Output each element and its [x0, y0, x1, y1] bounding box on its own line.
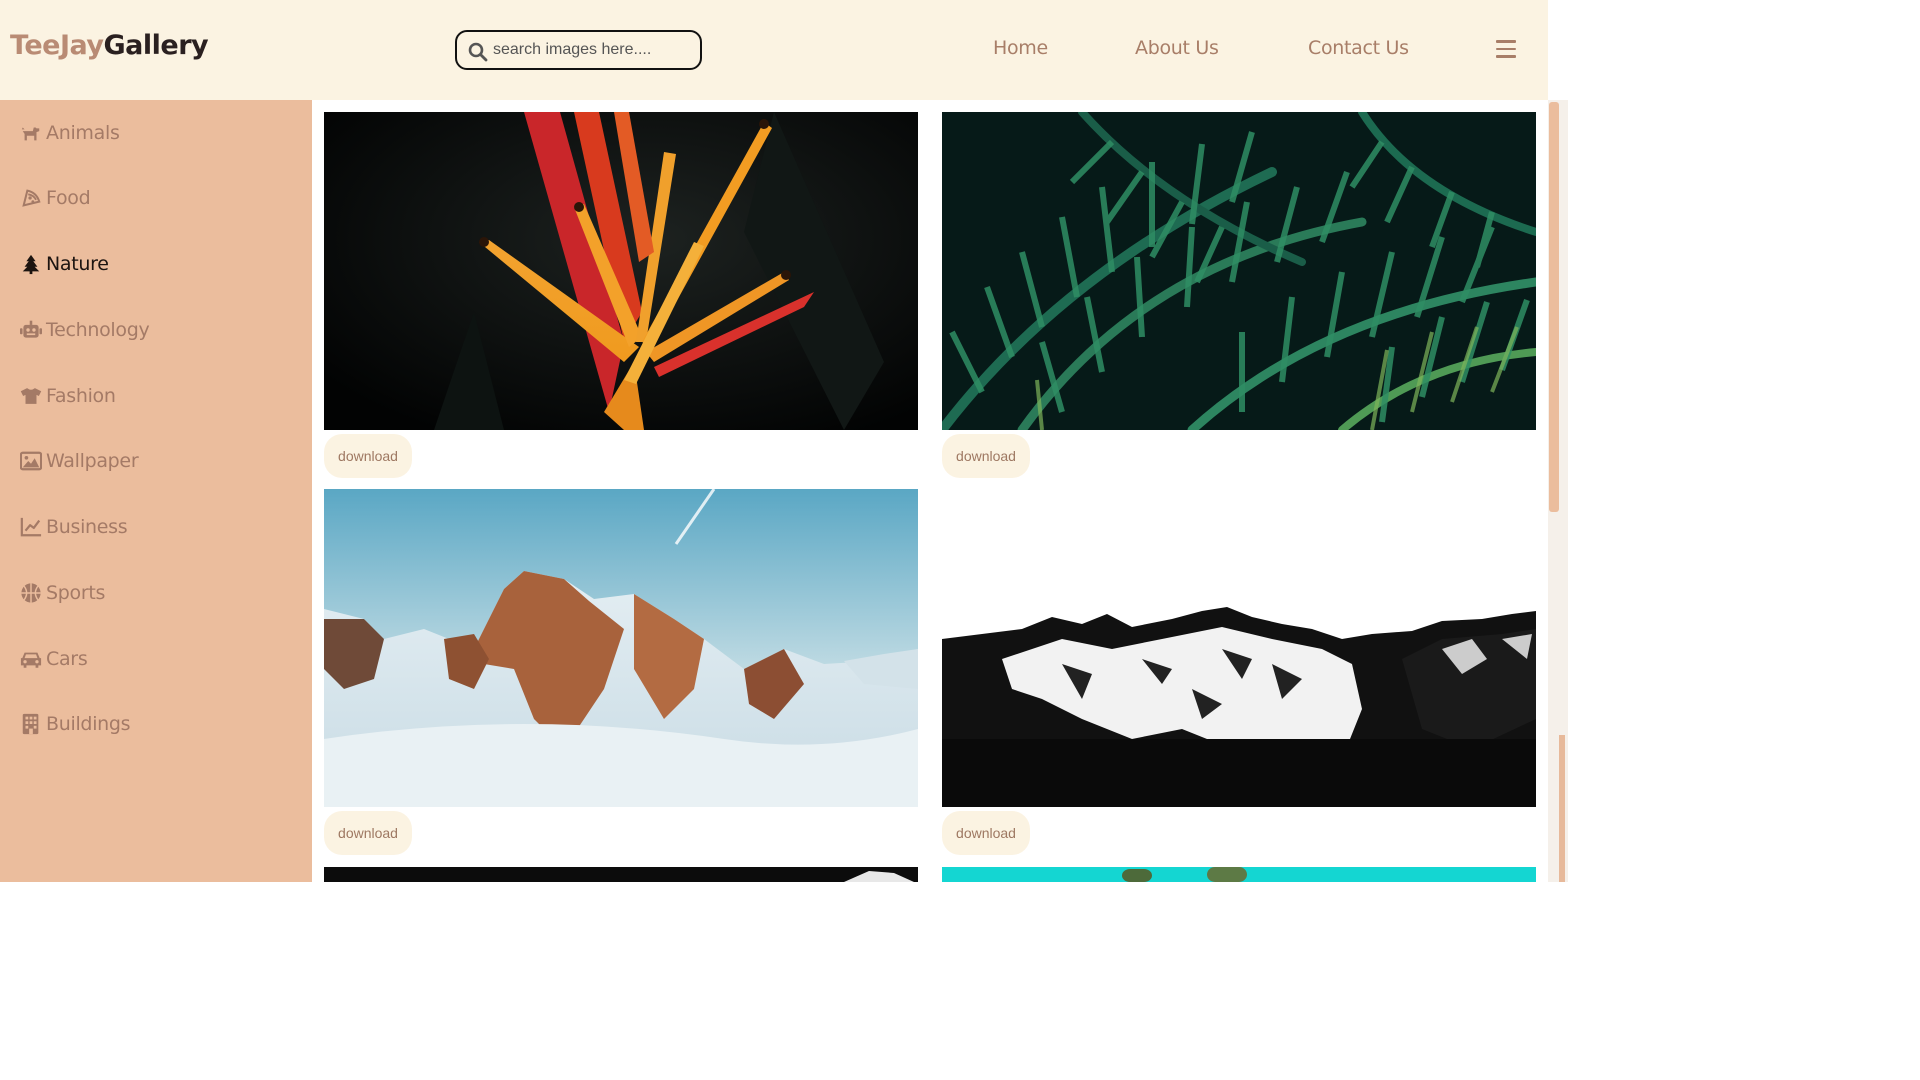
nav-about-link[interactable]: About Us — [1135, 37, 1219, 59]
flower-photo-image — [324, 112, 918, 430]
nav-contact-link[interactable]: Contact Us — [1308, 37, 1409, 59]
sidebar-item-wallpaper[interactable]: Wallpaper — [20, 446, 139, 476]
download-button[interactable]: download — [942, 811, 1030, 855]
scrollbar-thumb[interactable] — [1549, 102, 1559, 512]
sidebar-item-nature[interactable]: Nature — [20, 249, 109, 279]
sidebar-item-buildings[interactable]: Buildings — [20, 709, 131, 739]
sidebar-item-label: Food — [46, 187, 91, 209]
top-header: TeeJayGallery Home About Us Contact Us — [0, 0, 1548, 100]
cactus-photo-image — [942, 867, 1536, 882]
brand-part-2: Gallery — [103, 30, 209, 61]
scrollbar-thumb-lower[interactable] — [1559, 735, 1565, 882]
download-button[interactable]: download — [942, 434, 1030, 478]
mountain-photo-image — [324, 489, 918, 807]
nav-home-link[interactable]: Home — [993, 37, 1048, 59]
sidebar-item-label: Buildings — [46, 713, 131, 735]
sidebar-item-label: Nature — [46, 253, 109, 275]
sidebar-item-animals[interactable]: Animals — [20, 118, 120, 148]
sidebar-item-label: Fashion — [46, 385, 116, 407]
image-icon — [20, 450, 42, 472]
sidebar-item-label: Animals — [46, 122, 120, 144]
search-input[interactable] — [493, 36, 693, 64]
sidebar-item-label: Technology — [46, 319, 150, 341]
category-sidebar: Animals Food Nature Technology Fashion W… — [0, 100, 312, 882]
sidebar-item-technology[interactable]: Technology — [20, 315, 150, 345]
palm-photo-image — [942, 112, 1536, 430]
building-icon — [20, 713, 42, 735]
brand-logo[interactable]: TeeJayGallery — [10, 30, 209, 61]
gallery-photo[interactable] — [324, 489, 918, 807]
search-icon[interactable] — [468, 42, 488, 62]
search-box — [455, 30, 702, 70]
download-button[interactable]: download — [324, 811, 412, 855]
pizza-icon — [20, 187, 42, 209]
sidebar-item-fashion[interactable]: Fashion — [20, 381, 116, 411]
sidebar-item-sports[interactable]: Sports — [20, 578, 105, 608]
dog-icon — [20, 122, 42, 144]
tree-icon — [20, 253, 42, 275]
shirt-icon — [20, 385, 42, 407]
dark-photo-image — [324, 867, 918, 882]
gallery-photo[interactable] — [942, 867, 1536, 882]
bw-mountain-photo-image — [942, 489, 1536, 807]
sidebar-item-label: Wallpaper — [46, 450, 139, 472]
gallery-photo[interactable] — [942, 112, 1536, 430]
car-icon — [20, 648, 42, 670]
download-button[interactable]: download — [324, 434, 412, 478]
gallery-photo[interactable] — [324, 867, 918, 882]
gallery-photo[interactable] — [324, 112, 918, 430]
basketball-icon — [20, 582, 42, 604]
hamburger-menu-icon[interactable] — [1496, 40, 1516, 58]
gallery-photo[interactable] — [942, 489, 1536, 807]
sidebar-item-business[interactable]: Business — [20, 512, 128, 542]
sidebar-item-food[interactable]: Food — [20, 183, 91, 213]
sidebar-item-label: Sports — [46, 582, 106, 604]
robot-icon — [20, 319, 42, 341]
sidebar-item-label: Cars — [46, 648, 88, 670]
chart-line-icon — [20, 516, 42, 538]
sidebar-item-label: Business — [46, 516, 128, 538]
sidebar-item-cars[interactable]: Cars — [20, 644, 88, 674]
brand-part-1: TeeJay — [10, 30, 104, 61]
